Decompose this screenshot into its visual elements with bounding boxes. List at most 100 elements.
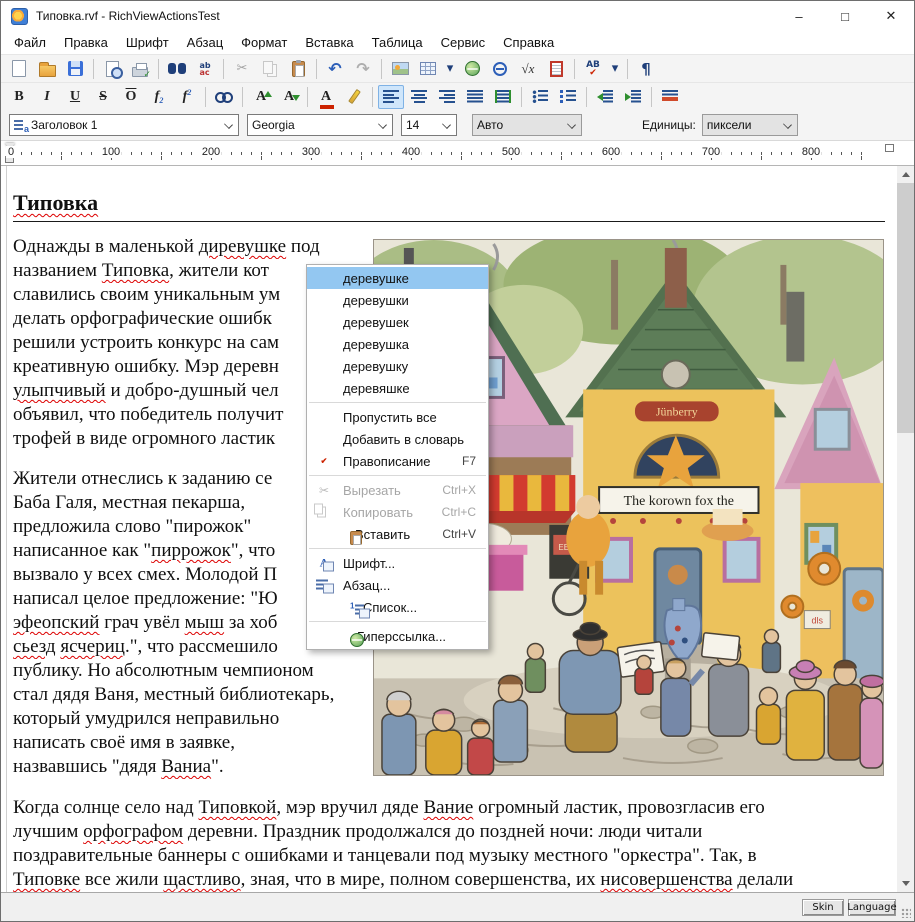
menubar-item-5[interactable]: Вставка [296, 32, 362, 53]
hyperlink-item[interactable]: Гиперссылка... [307, 625, 488, 647]
replace-button[interactable]: ab [192, 57, 218, 81]
justify-button[interactable] [462, 85, 488, 109]
align-center-button[interactable] [406, 85, 432, 109]
maximize-button[interactable]: □ [822, 1, 868, 31]
hyperlink-button[interactable] [459, 57, 485, 81]
paste-icon [350, 531, 362, 545]
misspelled-word: орфографом [83, 821, 183, 842]
superscript-button[interactable]: f [174, 85, 200, 109]
align-left-button[interactable] [378, 85, 404, 109]
scrollbar-thumb[interactable] [897, 183, 914, 433]
suggestion-derevushki[interactable]: деревушки [307, 289, 488, 311]
copy-button[interactable] [257, 57, 283, 81]
underline-button[interactable]: U [62, 85, 88, 109]
resize-grip[interactable] [901, 908, 911, 918]
toolbar-separator [223, 59, 224, 79]
font-color-button[interactable]: A [313, 85, 339, 109]
zoom-combo[interactable]: Авто [472, 114, 582, 136]
menubar-item-1[interactable]: Правка [55, 32, 117, 53]
undo-button[interactable]: ↶ [322, 57, 348, 81]
menubar-item-0[interactable]: Файл [5, 32, 55, 53]
font-size-combo[interactable]: 14 [401, 114, 457, 136]
misspelled-word: Типовке [13, 869, 80, 890]
insert-document-button[interactable] [543, 57, 569, 81]
character-spacing-icon [215, 92, 233, 101]
insert-break-button[interactable] [487, 57, 513, 81]
units-combo[interactable]: пиксели [702, 114, 798, 136]
vertical-scrollbar[interactable] [897, 166, 914, 892]
open-button[interactable] [34, 57, 60, 81]
highlight-button[interactable] [341, 85, 367, 109]
insert-equation-button[interactable]: √x [515, 57, 541, 81]
cut-button[interactable]: ✂ [229, 57, 255, 81]
suggestion-derevushku[interactable]: деревушку [307, 355, 488, 377]
grow-font-button[interactable]: A [248, 85, 274, 109]
list-item[interactable]: Список... [307, 596, 488, 618]
print-preview-button[interactable] [99, 57, 125, 81]
new-document-icon [12, 60, 26, 77]
skip-all-item[interactable]: Пропустить все [307, 406, 488, 428]
italic-button[interactable]: I [34, 85, 60, 109]
font-combo[interactable]: Georgia [247, 114, 393, 136]
bold-button[interactable]: B [6, 85, 32, 109]
cut-item[interactable]: ✂ВырезатьCtrl+X [307, 479, 488, 501]
suggestion-derevyashke[interactable]: деревяшке [307, 377, 488, 399]
spellcheck-button[interactable]: AB [580, 57, 606, 81]
menubar-item-4[interactable]: Формат [232, 32, 296, 53]
paragraph-color-button[interactable] [657, 85, 683, 109]
find-button[interactable] [164, 57, 190, 81]
menubar-item-8[interactable]: Справка [494, 32, 563, 53]
copy-item[interactable]: КопироватьCtrl+C [307, 501, 488, 523]
spelling-item[interactable]: ПравописаниеF7 [307, 450, 488, 472]
suggestion-derevushek[interactable]: деревушек [307, 311, 488, 333]
strikethrough-button[interactable]: S [90, 85, 116, 109]
language-button[interactable]: Language [848, 899, 896, 916]
indent-button[interactable] [620, 85, 646, 109]
menubar-item-2[interactable]: Шрифт [117, 32, 178, 53]
toolbar-formatting: BIUSOffAAA [1, 82, 914, 110]
style-combo[interactable]: Заголовок 1 [9, 114, 239, 136]
menubar-item-7[interactable]: Сервис [432, 32, 495, 53]
minimize-button[interactable]: – [776, 1, 822, 31]
horizontal-ruler[interactable]: 0100200300400500600700800 [1, 141, 914, 166]
suggestion-derevushka[interactable]: деревушка [307, 333, 488, 355]
bullets-icon [532, 90, 548, 103]
shrink-font-button[interactable]: A [276, 85, 302, 109]
paste-button[interactable] [285, 57, 311, 81]
print-icon [132, 67, 148, 77]
menubar-item-6[interactable]: Таблица [363, 32, 432, 53]
menu-bar: ФайлПравкаШрифтАбзацФорматВставкаТаблица… [1, 31, 914, 54]
subscript-button[interactable]: f [146, 85, 172, 109]
print-button[interactable] [127, 57, 153, 81]
outdent-button[interactable] [592, 85, 618, 109]
font-item[interactable]: AШрифт... [307, 552, 488, 574]
spellcheck-dropdown[interactable]: ▾ [608, 57, 622, 81]
overline-button[interactable]: O [118, 85, 144, 109]
scroll-down-arrow[interactable] [897, 875, 914, 892]
paste-item[interactable]: ВставитьCtrl+V [307, 523, 488, 545]
save-button[interactable] [62, 57, 88, 81]
new-document-button[interactable] [6, 57, 32, 81]
scroll-up-arrow[interactable] [897, 166, 914, 183]
formatting-marks-button[interactable]: ¶ [633, 57, 659, 81]
close-button[interactable]: ✕ [868, 1, 914, 31]
numbering-button[interactable] [555, 85, 581, 109]
application-window: Типовка.rvf - RichViewActionsTest – □ ✕ … [0, 0, 915, 922]
skin-button[interactable]: Skin [802, 899, 844, 916]
insert-table-button[interactable] [415, 57, 441, 81]
menu-separator [309, 475, 486, 476]
insert-table-dropdown[interactable]: ▾ [443, 57, 457, 81]
misspelled-word: нисовершенства [600, 869, 732, 890]
fit-width-button[interactable] [490, 85, 516, 109]
menubar-item-3[interactable]: Абзац [178, 32, 232, 53]
align-right-button[interactable] [434, 85, 460, 109]
suggestion-derevushke[interactable]: деревушке [307, 267, 488, 289]
add-to-dictionary-item[interactable]: Добавить в словарь [307, 428, 488, 450]
redo-button[interactable]: ↷ [350, 57, 376, 81]
right-indent-marker[interactable] [885, 144, 894, 152]
bullets-button[interactable] [527, 85, 553, 109]
paragraph-item[interactable]: Абзац... [307, 574, 488, 596]
insert-picture-button[interactable] [387, 57, 413, 81]
character-spacing-button[interactable] [211, 85, 237, 109]
menu-icon-placeholder [314, 380, 334, 397]
